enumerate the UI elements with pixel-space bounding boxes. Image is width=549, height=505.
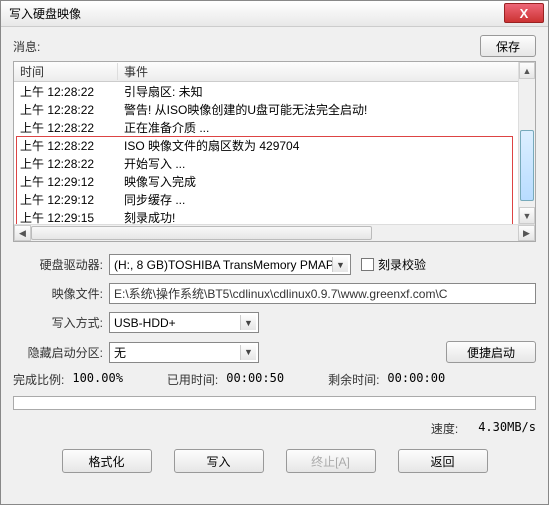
log-listbox: 时间 事件 上午 12:28:22引导扇区: 未知 上午 12:28:22警告!… <box>13 61 536 242</box>
form-area: 硬盘驱动器: (H:, 8 GB)TOSHIBA TransMemory PMA… <box>13 254 536 473</box>
col-time[interactable]: 时间 <box>14 63 118 80</box>
list-row[interactable]: 上午 12:29:12同步缓存 ... <box>14 190 535 208</box>
vertical-scrollbar[interactable]: ▲ ▼ <box>518 62 535 224</box>
hscroll-track[interactable] <box>31 225 518 241</box>
remain-value: 00:00:00 <box>387 371 445 388</box>
message-header-row: 消息: 保存 <box>13 35 536 57</box>
list-row[interactable]: 上午 12:28:22引导扇区: 未知 <box>14 82 535 100</box>
verify-checkbox[interactable] <box>361 258 374 271</box>
log-header: 时间 事件 <box>14 62 535 82</box>
mode-row: 写入方式: USB-HDD+ ▼ <box>13 312 536 333</box>
image-row: 映像文件: E:\系统\操作系统\BT5\cdlinux\cdlinux0.9.… <box>13 283 536 304</box>
hidden-combo[interactable]: 无 ▼ <box>109 342 259 363</box>
content-area: 消息: 保存 时间 事件 上午 12:28:22引导扇区: 未知 上午 12:2… <box>1 27 548 483</box>
write-button[interactable]: 写入 <box>174 449 264 473</box>
scroll-left-icon[interactable]: ◀ <box>14 225 31 241</box>
hidden-label: 隐藏启动分区: <box>13 344 109 361</box>
portable-boot-button[interactable]: 便捷启动 <box>446 341 536 363</box>
drive-row: 硬盘驱动器: (H:, 8 GB)TOSHIBA TransMemory PMA… <box>13 254 536 275</box>
scroll-down-icon[interactable]: ▼ <box>519 207 535 224</box>
window-title: 写入硬盘映像 <box>5 5 544 22</box>
list-row[interactable]: 上午 12:29:15刻录成功! <box>14 208 535 224</box>
list-row[interactable]: 上午 12:28:22警告! 从ISO映像创建的U盘可能无法完全启动! <box>14 100 535 118</box>
verify-checkbox-wrap[interactable]: 刻录校验 <box>361 256 426 273</box>
speed-value: 4.30MB/s <box>478 420 536 437</box>
titlebar[interactable]: 写入硬盘映像 X <box>1 1 548 27</box>
list-row[interactable]: 上午 12:29:12映像写入完成 <box>14 172 535 190</box>
chevron-down-icon[interactable]: ▼ <box>240 315 256 330</box>
abort-button: 终止[A] <box>286 449 376 473</box>
scroll-right-icon[interactable]: ▶ <box>518 225 535 241</box>
window: 写入硬盘映像 X 消息: 保存 时间 事件 上午 12:28:22引导扇区: 未… <box>0 0 549 505</box>
list-row[interactable]: 上午 12:28:22正在准备介质 ... <box>14 118 535 136</box>
back-button[interactable]: 返回 <box>398 449 488 473</box>
col-event[interactable]: 事件 <box>118 63 535 80</box>
speed-row: 速度: 4.30MB/s <box>13 420 536 437</box>
horizontal-scrollbar[interactable]: ◀ ▶ <box>14 224 535 241</box>
close-button[interactable]: X <box>504 3 544 23</box>
image-label: 映像文件: <box>13 285 109 302</box>
close-icon: X <box>520 7 529 20</box>
image-path-field[interactable]: E:\系统\操作系统\BT5\cdlinux\cdlinux0.9.7\www.… <box>109 283 536 304</box>
elapsed-value: 00:00:50 <box>226 371 284 388</box>
progress-info-row: 完成比例: 100.00% 已用时间: 00:00:50 剩余时间: 00:00… <box>13 371 536 388</box>
message-label: 消息: <box>13 38 472 55</box>
chevron-down-icon[interactable]: ▼ <box>332 257 348 272</box>
progress-bar <box>13 396 536 410</box>
mode-value: USB-HDD+ <box>114 316 176 330</box>
percent-label: 完成比例: <box>13 371 64 388</box>
mode-combo[interactable]: USB-HDD+ ▼ <box>109 312 259 333</box>
save-button[interactable]: 保存 <box>480 35 536 57</box>
list-row[interactable]: 上午 12:28:22ISO 映像文件的扇区数为 429704 <box>14 136 535 154</box>
drive-value: (H:, 8 GB)TOSHIBA TransMemory PMAP <box>114 258 334 272</box>
speed-label: 速度: <box>431 420 458 437</box>
mode-label: 写入方式: <box>13 314 109 331</box>
drive-label: 硬盘驱动器: <box>13 256 109 273</box>
drive-combo[interactable]: (H:, 8 GB)TOSHIBA TransMemory PMAP ▼ <box>109 254 351 275</box>
format-button[interactable]: 格式化 <box>62 449 152 473</box>
hscroll-thumb[interactable] <box>31 226 372 240</box>
scroll-up-icon[interactable]: ▲ <box>519 62 535 79</box>
percent-value: 100.00% <box>72 371 123 388</box>
hidden-value: 无 <box>114 344 126 361</box>
scroll-thumb[interactable] <box>520 130 534 200</box>
log-viewport[interactable]: 时间 事件 上午 12:28:22引导扇区: 未知 上午 12:28:22警告!… <box>14 62 535 224</box>
bottom-button-row: 格式化 写入 终止[A] 返回 <box>13 449 536 473</box>
list-row[interactable]: 上午 12:28:22开始写入 ... <box>14 154 535 172</box>
elapsed-label: 已用时间: <box>167 371 218 388</box>
scroll-track[interactable] <box>519 79 535 207</box>
remain-label: 剩余时间: <box>328 371 379 388</box>
hidden-row: 隐藏启动分区: 无 ▼ 便捷启动 <box>13 341 536 363</box>
log-body: 上午 12:28:22引导扇区: 未知 上午 12:28:22警告! 从ISO映… <box>14 82 535 224</box>
chevron-down-icon[interactable]: ▼ <box>240 345 256 360</box>
verify-label: 刻录校验 <box>378 256 426 273</box>
image-path-value: E:\系统\操作系统\BT5\cdlinux\cdlinux0.9.7\www.… <box>114 285 447 302</box>
